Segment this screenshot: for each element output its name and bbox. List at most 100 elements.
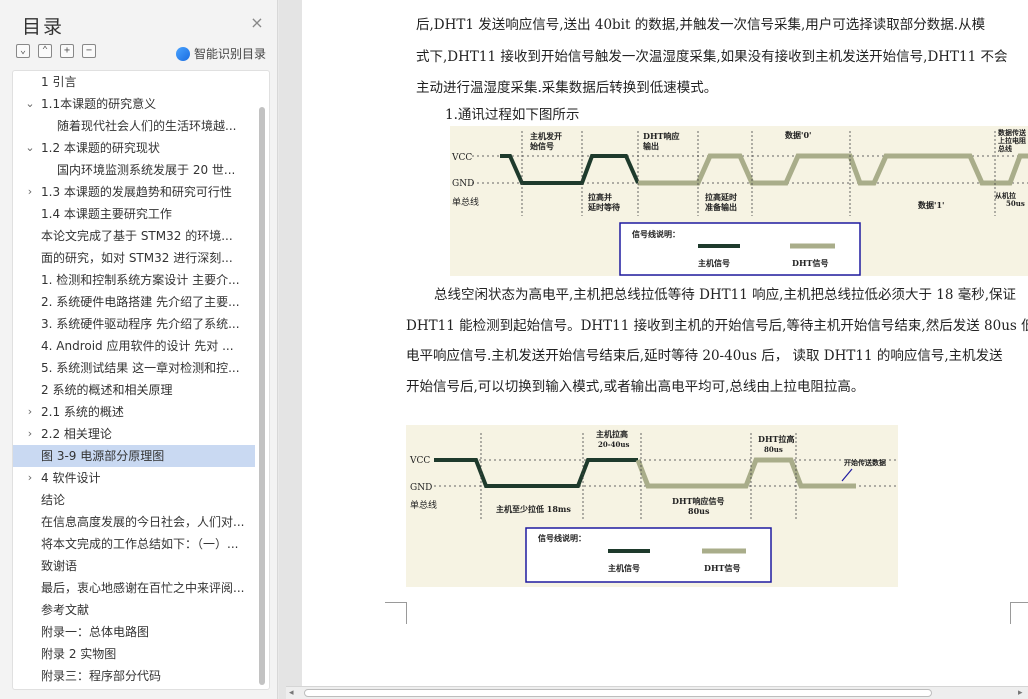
toc-item-label: 本论文完成了基于 STM32 的环境... (41, 229, 233, 243)
fig2-host-low: 主机至少拉低 18ms (496, 504, 571, 514)
timing-diagram-2: VCC GND 单总线 主机拉高 20-40us DHT拉高 80us 开始传送… (406, 425, 898, 587)
horizontal-scroll-thumb[interactable] (304, 689, 932, 697)
fig1-legend-title: 信号线说明： (632, 229, 680, 239)
toc-item[interactable]: 附录 2 实物图 (13, 643, 255, 665)
fig2-dht-pull-2: 80us (764, 445, 783, 454)
toc-item-label: 致谢语 (41, 559, 78, 573)
fig2-dht-resp-2: 80us (688, 506, 710, 516)
fig2-host-pull-1: 主机拉高 (596, 429, 628, 439)
toc-item-label: 国内环境监测系统发展于 20 世... (57, 163, 236, 177)
add-heading-icon[interactable]: + (60, 44, 74, 58)
fig1-dht-resp-1: DHT响应 (643, 131, 679, 141)
body-line-2: 式下,DHT11 接收到开始信号触发一次温湿度采集,如果没有接收到主机发送开始信… (416, 49, 1008, 65)
toc-item-label: 4. Android 应用软件的设计 先对 ... (41, 339, 234, 353)
toc-item-label: 图 3-9 电源部分原理图 (41, 449, 165, 463)
fig2-gnd-label: GND (410, 483, 432, 493)
app-window: 目录 × ⌄ ⌃ + − 智能识别目录 1 引言 ⌄ 1.1本课题的研究意义 随着现代… (0, 0, 1028, 699)
chevron-right-icon[interactable]: › (25, 181, 35, 203)
toc-item-label: 1 引言 (41, 75, 77, 89)
toc-item[interactable]: 随着现代社会人们的生活环境越... (13, 115, 255, 137)
smart-toc-label: 智能识别目录 (194, 47, 267, 61)
margin-corner-right (1010, 602, 1028, 624)
chevron-right-icon[interactable]: › (25, 423, 35, 445)
chevron-down-icon[interactable]: ⌄ (25, 93, 35, 115)
fig2-host-pull-2: 20-40us (598, 440, 629, 449)
toc-item-label: 2 系统的概述和相关原理 (41, 383, 173, 397)
scroll-left-icon[interactable]: ◂ (289, 687, 294, 699)
toc-item[interactable]: 4. Android 应用软件的设计 先对 ... (13, 335, 255, 357)
toc-item[interactable]: 2 系统的概述和相关原理 (13, 379, 255, 401)
collapse-all-icon[interactable]: ⌃ (38, 44, 52, 58)
toc-item[interactable]: 3. 系统硬件驱动程序 先介绍了系统... (13, 313, 255, 335)
toc-item[interactable]: 2. 系统硬件电路搭建 先介绍了主要... (13, 291, 255, 313)
fig1-data0: 数据'0' (785, 130, 811, 140)
toc-toolbar: ⌄ ⌃ + − (16, 44, 96, 58)
toc-item[interactable]: 图 3-9 电源部分原理图 (13, 445, 255, 467)
fig1-pull-delay-2: 准备输出 (705, 202, 737, 212)
toc-item-label: 1.4 本课题主要研究工作 (41, 207, 172, 221)
toc-item[interactable]: ⌄ 1.1本课题的研究意义 (13, 93, 255, 115)
fig1-data1: 数据'1' (918, 200, 944, 210)
fig2-start-tx: 开始传送数据 (844, 458, 886, 467)
toc-item[interactable]: 最后，衷心地感谢在百忙之中来评阅... (13, 577, 255, 599)
horizontal-scrollbar[interactable]: ◂ ▸ (286, 686, 1028, 699)
toc-item[interactable]: 5. 系统测试结果 这一章对检测和控... (13, 357, 255, 379)
toc-item[interactable]: 附录三：程序部分代码 (13, 665, 255, 687)
toc-item-label: 面的研究，如对 STM32 进行深刻... (41, 251, 233, 265)
fig1-pull-up-2: 延时等待 (587, 202, 620, 212)
toc-item[interactable]: 面的研究，如对 STM32 进行深刻... (13, 247, 255, 269)
toc-item[interactable]: › 4 软件设计 (13, 467, 255, 489)
fig1-host-start-1: 主机发开 (530, 131, 562, 141)
expand-all-icon[interactable]: ⌄ (16, 44, 30, 58)
toc-item[interactable]: 1 引言 (13, 71, 255, 93)
timing-diagram-1-svg: VCC GND 单总线 主机发开 始信号 DHT响应 输出 数据'0' 拉高并 … (451, 128, 1028, 276)
body-line-7: 开始信号后,可以切换到输入模式,或者输出高电平均可,总线由上拉电阻拉高。 (406, 379, 865, 395)
margin-corner-left (385, 602, 407, 624)
smart-toc-button[interactable]: 智能识别目录 (176, 45, 266, 62)
toc-item[interactable]: 在信息高度发展的今日社会，人们对... (13, 511, 255, 533)
toc-item-label: 1.3 本课题的发展趋势和研究可行性 (41, 185, 232, 199)
chevron-down-icon[interactable]: ⌄ (25, 137, 35, 159)
toc-item[interactable]: 参考文献 (13, 599, 255, 621)
toc-item[interactable]: 附录一：总体电路图 (13, 621, 255, 643)
timing-diagram-1: VCC GND 单总线 主机发开 始信号 DHT响应 输出 数据'0' 拉高并 … (450, 126, 1028, 276)
fig1-gnd-label: GND (452, 179, 474, 189)
toc-item-label: 附录 2 实物图 (41, 647, 117, 661)
close-icon[interactable]: × (248, 14, 266, 32)
toc-item[interactable]: › 2.2 相关理论 (13, 423, 255, 445)
fig1-legend-dht: DHT信号 (792, 258, 828, 268)
toc-item[interactable]: 1. 检测和控制系统方案设计 主要介... (13, 269, 255, 291)
toc-item[interactable]: 致谢语 (13, 555, 255, 577)
toc-list: 1 引言 ⌄ 1.1本课题的研究意义随着现代社会人们的生活环境越... ⌄ 1.2 本课… (13, 71, 255, 687)
toc-item[interactable]: 国内环境监测系统发展于 20 世... (13, 159, 255, 181)
fig1-host-signal (500, 154, 640, 185)
toc-item[interactable]: 将本文完成的工作总结如下：（一）... (13, 533, 255, 555)
toc-item[interactable]: 本论文完成了基于 STM32 的环境... (13, 225, 255, 247)
toc-scrollbar[interactable] (259, 107, 265, 685)
body-line-4: 总线空闲状态为高电平,主机把总线拉低等待 DHT11 响应,主机把总线拉低必须大… (434, 287, 1016, 303)
toc-item-label: 1.2 本课题的研究现状 (41, 141, 160, 155)
smart-recognition-icon (176, 46, 190, 61)
toc-item-label: 随着现代社会人们的生活环境越... (57, 119, 237, 133)
toc-item[interactable]: › 1.3 本课题的发展趋势和研究可行性 (13, 181, 255, 203)
toc-item-label: 参考文献 (41, 603, 90, 617)
toc-item-label: 1. 检测和控制系统方案设计 主要介... (41, 273, 240, 287)
toc-item-label: 附录一：总体电路图 (41, 625, 150, 639)
toc-item-label: 最后，衷心地感谢在百忙之中来评阅... (41, 581, 245, 595)
body-line-1: 后,DHT1 发送响应信号,送出 40bit 的数据,并触发一次信号采集,用户可… (416, 17, 986, 33)
remove-heading-icon[interactable]: − (82, 44, 96, 58)
fig1-dht-resp-2: 输出 (643, 141, 659, 151)
toc-item[interactable]: › 2.1 系统的概述 (13, 401, 255, 423)
toc-item[interactable]: 结论 (13, 489, 255, 511)
toc-item-label: 4 软件设计 (41, 471, 101, 485)
fig2-legend-title: 信号线说明： (538, 533, 586, 543)
fig1-end-top-3: 总线 (998, 144, 1012, 153)
fig1-bus-label: 单总线 (452, 196, 479, 208)
chevron-right-icon[interactable]: › (25, 467, 35, 489)
toc-item-label: 将本文完成的工作总结如下：（一）... (41, 537, 239, 551)
fig1-pull-delay-1: 拉高延时 (705, 192, 737, 202)
scroll-right-icon[interactable]: ▸ (1018, 687, 1023, 699)
toc-item[interactable]: 1.4 本课题主要研究工作 (13, 203, 255, 225)
toc-item[interactable]: ⌄ 1.2 本课题的研究现状 (13, 137, 255, 159)
chevron-right-icon[interactable]: › (25, 401, 35, 423)
